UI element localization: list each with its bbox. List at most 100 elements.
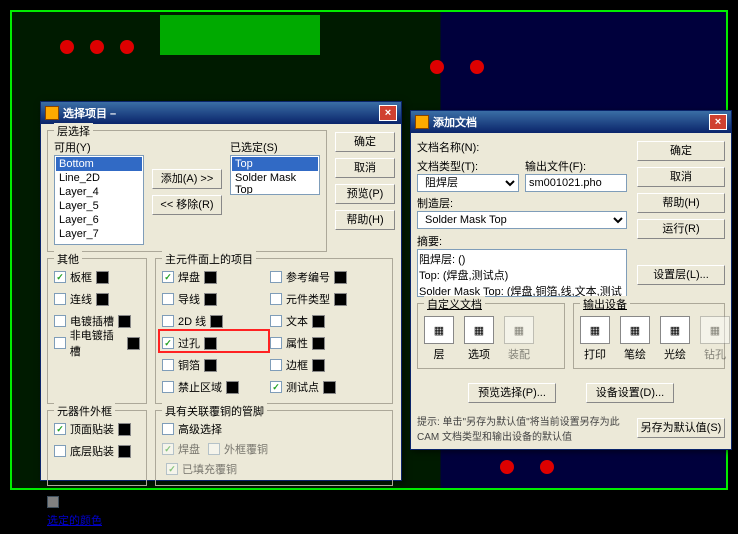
titlebar[interactable]: 添加文档 × [411,111,731,133]
check-label: 焊盘 [178,269,200,285]
close-icon[interactable]: × [709,114,727,130]
checkbox [208,443,220,455]
group-label: 其他 [54,251,82,267]
ok-button[interactable]: 确定 [637,141,725,161]
check-label: 过孔 [178,335,200,351]
list-item[interactable]: Layer_4 [56,185,142,199]
add-button[interactable]: 添加(A) >> [152,169,222,189]
remove-button[interactable]: << 移除(R) [152,195,222,215]
checkbox[interactable] [54,271,66,283]
checkbox[interactable] [162,359,174,371]
help-button[interactable]: 帮助(H) [637,193,725,213]
checkbox [47,496,59,508]
check-label: 2D 线 [178,313,206,329]
available-list[interactable]: Bottom Line_2D Layer_4 Layer_5 Layer_6 L… [54,155,144,245]
cancel-button[interactable]: 取消 [335,158,395,178]
titlebar[interactable]: 选择项目 – × [41,102,401,124]
app-icon [415,115,429,129]
color-swatch[interactable] [210,315,223,328]
color-swatch[interactable] [226,381,239,394]
tool-icon: ▦ [464,316,494,344]
prim-group: 主元件面上的项目 焊盘导线2D 线过孔铜箔禁止区域 参考编号元件类型文本属性边框… [155,258,393,404]
selected-label: 已选定(S) [230,139,320,155]
checkbox[interactable] [270,359,282,371]
tool-label: 装配 [508,346,530,362]
other-group: 其他 板框连线电镀插槽非电镀插槽 [47,258,147,404]
summary-line: Solder Mask Top: (焊盘,铜箔,线,文本,测试点) [419,283,625,297]
color-swatch[interactable] [118,423,131,436]
close-icon[interactable]: × [379,105,397,121]
selected-color-link[interactable]: 选定的颜色 [47,512,395,528]
color-swatch[interactable] [204,359,217,372]
out-file-input[interactable] [525,174,627,192]
color-swatch[interactable] [323,381,336,394]
preview-select-button[interactable]: 预览选择(P)... [468,383,556,403]
checkbox[interactable] [162,423,174,435]
color-swatch[interactable] [204,271,217,284]
cancel-button[interactable]: 取消 [637,167,725,187]
color-swatch[interactable] [118,445,131,458]
selected-list[interactable]: Top Solder Mask Top [230,155,320,195]
run-button[interactable]: 运行(R) [637,219,725,239]
color-swatch[interactable] [312,359,325,372]
color-swatch[interactable] [312,337,325,350]
color-swatch[interactable] [127,337,140,350]
preview-button[interactable]: 预览(P) [335,184,395,204]
tool-icon: ▦ [620,316,650,344]
checkbox[interactable] [162,381,174,393]
checkbox[interactable] [54,293,66,305]
tool-光绘[interactable]: ▦光绘 [660,316,690,362]
group-label: 具有关联覆铜的管脚 [162,403,267,419]
list-item[interactable]: Line_2D [56,171,142,185]
color-swatch[interactable] [334,271,347,284]
device-setup-button[interactable]: 设备设置(D)... [586,383,674,403]
checkbox[interactable] [270,337,282,349]
summary-box: 阻焊层: () Top: (焊盘,测试点) Solder Mask Top: (… [417,249,627,297]
list-item[interactable]: Layer_5 [56,199,142,213]
group-label: 自定义文档 [424,296,485,312]
checkbox[interactable] [162,315,174,327]
color-swatch[interactable] [96,293,109,306]
list-item[interactable]: Solder Mask Top [232,171,318,195]
check-label: 铜箔 [178,357,200,373]
checkbox[interactable] [270,381,282,393]
checkbox[interactable] [162,271,174,283]
mfg-layer-label: 制造层: [417,195,627,211]
checkbox[interactable] [54,337,66,349]
doc-type-select[interactable]: 阻焊层 [417,174,519,192]
mfg-layer-select[interactable]: Solder Mask Top [417,211,627,229]
checkbox[interactable] [54,315,66,327]
tool-打印[interactable]: ▦打印 [580,316,610,362]
tool-icon: ▦ [700,316,730,344]
summary-line: Top: (焊盘,测试点) [419,267,625,283]
ok-button[interactable]: 确定 [335,132,395,152]
tool-label: 光绘 [664,346,686,362]
summary-line: 阻焊层: () [419,251,625,267]
color-swatch[interactable] [118,315,131,328]
color-swatch[interactable] [334,293,347,306]
summary-label: 摘要: [417,233,627,249]
checkbox[interactable] [270,315,282,327]
list-item[interactable]: Top [232,157,318,171]
tool-层[interactable]: ▦层 [424,316,454,362]
checkbox[interactable] [270,293,282,305]
color-swatch[interactable] [312,315,325,328]
color-swatch[interactable] [204,337,217,350]
set-layer-button[interactable]: 设置层(L)... [637,265,725,285]
save-default-button[interactable]: 另存为默认值(S) [637,418,725,438]
tool-笔绘[interactable]: ▦笔绘 [620,316,650,362]
list-item[interactable]: Layer_6 [56,213,142,227]
checkbox[interactable] [162,337,174,349]
checkbox[interactable] [54,445,66,457]
checkbox[interactable] [54,423,66,435]
checkbox[interactable] [162,293,174,305]
color-swatch[interactable] [204,293,217,306]
color-swatch[interactable] [96,271,109,284]
add-document-dialog: 添加文档 × 确定 取消 帮助(H) 运行(R) 设置层(L)... 文档名称(… [410,110,732,450]
tool-选项[interactable]: ▦选项 [464,316,494,362]
checkbox[interactable] [270,271,282,283]
group-label: 主元件面上的项目 [162,251,256,267]
list-item[interactable]: Bottom [56,157,142,171]
list-item[interactable]: Layer_7 [56,227,142,241]
help-button[interactable]: 帮助(H) [335,210,395,230]
